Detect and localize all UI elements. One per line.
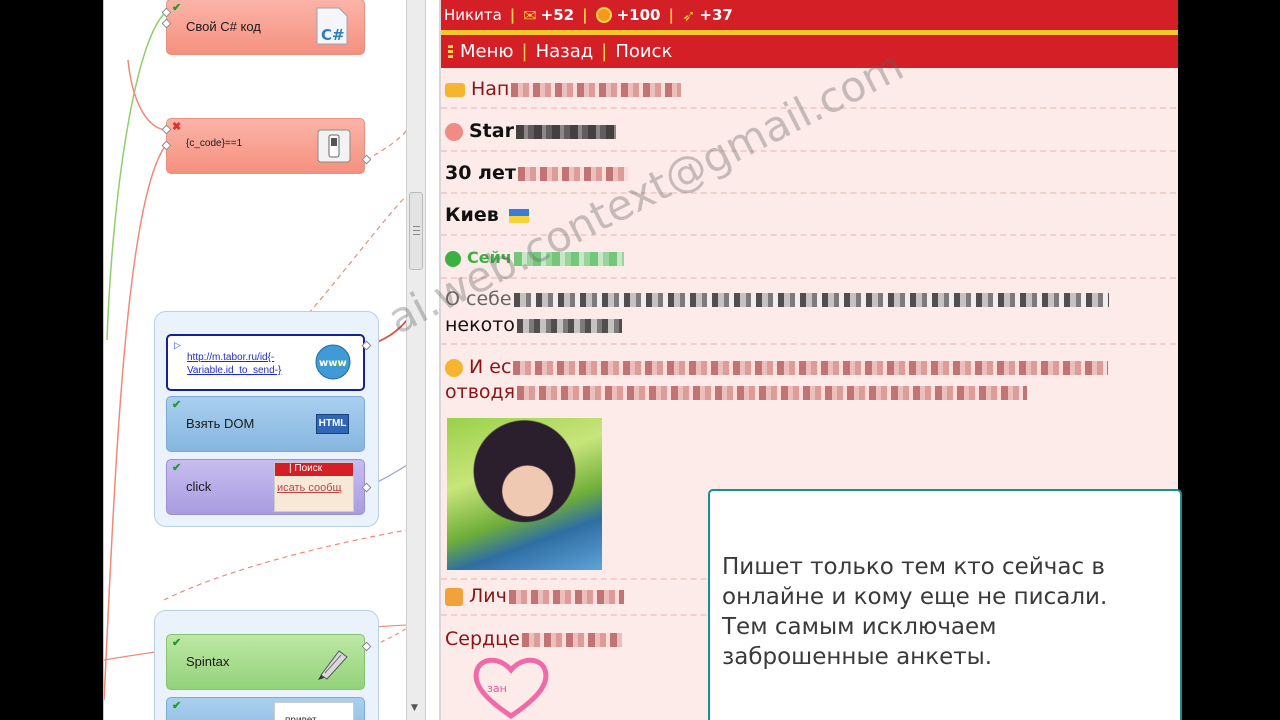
heart-icon: зан [471, 652, 551, 720]
site-topbar: Никита | ✉ +52 | +100 | ➶ +37 [441, 0, 1178, 30]
node-partial[interactable]: ✔ привет [166, 697, 365, 720]
nav-back-link[interactable]: Назад [536, 41, 594, 62]
start-arrow-icon: ▷ [174, 340, 181, 350]
pixelated-text [511, 82, 682, 97]
profile-photo[interactable] [447, 418, 602, 570]
personal-link[interactable]: Лич [445, 585, 624, 607]
node-condition[interactable]: ✖ {c_code}==1 [166, 118, 365, 174]
profile-city: Киев [445, 204, 530, 226]
success-check-icon: ✔ [172, 2, 182, 14]
node-get-dom[interactable]: ✔ Взять DOM HTML [166, 396, 365, 452]
nav-search-link[interactable]: Поиск [615, 41, 672, 62]
grip-icon [413, 226, 420, 235]
write-message-link[interactable]: Нап [445, 78, 682, 100]
scrollbar-thumb[interactable] [409, 192, 423, 270]
success-check-icon: ✔ [172, 637, 182, 649]
separator: | [521, 41, 528, 62]
site-nav: Меню | Назад | Поиск [441, 35, 1178, 68]
profile-age: 30 лет [445, 162, 628, 184]
html-icon: HTML [316, 414, 349, 434]
about-continued: некото [445, 314, 622, 336]
scroll-down-arrow-icon[interactable]: ▼ [411, 703, 418, 713]
pixelated-text [513, 360, 1109, 375]
separator: | [582, 6, 588, 24]
node-label: Взять DOM [186, 416, 255, 431]
wish-section: И ес [445, 356, 1109, 378]
www-globe-icon: www [315, 344, 351, 380]
node-url: http://m.tabor.ru/id{- Variable.id_to_sen… [187, 352, 282, 376]
contact-card-icon [445, 587, 463, 606]
username-link[interactable]: Никита [444, 6, 502, 24]
success-check-icon: ✔ [172, 700, 182, 712]
pixelated-text [508, 589, 624, 604]
panel-splitter[interactable] [426, 0, 441, 720]
svg-text:C#: C# [321, 26, 345, 44]
divider [441, 277, 1176, 279]
node-spintax[interactable]: ✔ Spintax [166, 634, 365, 690]
pixelated-text [517, 166, 628, 181]
svg-text:www: www [319, 358, 347, 369]
divider [441, 150, 1176, 152]
pixelated-text [513, 292, 1109, 307]
ukraine-flag-icon [509, 208, 530, 223]
callout-text: Пишет только тем кто сейчас в онлайне и … [722, 554, 1108, 670]
about-section: О себе [445, 288, 1109, 310]
mail-count[interactable]: +52 [541, 6, 574, 24]
success-check-icon: ✔ [172, 399, 182, 411]
separator: | [668, 6, 674, 24]
screen: ✔ Свой C# код C# ✖ {c_code}==1 ▷ http://… [0, 0, 1280, 720]
wish-continued: отводя [445, 381, 1028, 403]
heart-section: Сердце [445, 628, 622, 650]
pixelated-text [515, 124, 616, 139]
node-csharp[interactable]: ✔ Свой C# код C# [166, 0, 365, 55]
node-navigate-url[interactable]: ▷ http://m.tabor.ru/id{- Variable.id_to_s… [166, 334, 365, 391]
nav-menu-link[interactable]: Меню [460, 41, 514, 62]
profile-name: Star [445, 120, 616, 142]
click-target-thumbnail: | Поиск исать сообщ [274, 462, 354, 512]
mail-icon[interactable]: ✉ [523, 6, 536, 25]
rocket-icon[interactable]: ➶ [682, 6, 695, 25]
success-check-icon: ✔ [172, 462, 182, 474]
coins-count[interactable]: +100 [617, 6, 661, 24]
node-click[interactable]: ✔ click | Поиск исать сообщ [166, 459, 365, 515]
annotation-callout: Пишет только тем кто сейчас в онлайне и … [708, 489, 1182, 720]
node-label: Свой C# код [186, 19, 261, 34]
error-cross-icon: ✖ [172, 121, 182, 133]
heart-label: зан [487, 682, 507, 695]
coins-icon[interactable] [595, 7, 612, 23]
node-label: {c_code}==1 [186, 138, 243, 149]
divider [441, 343, 1176, 345]
pixelated-text [521, 632, 622, 647]
node-label: click [186, 479, 212, 494]
script-designer-canvas[interactable]: ✔ Свой C# код C# ✖ {c_code}==1 ▷ http://… [103, 0, 406, 720]
separator: | [601, 41, 608, 62]
pixelated-text [517, 385, 1028, 400]
smiley-icon [445, 358, 463, 377]
csharp-file-icon: C# [316, 7, 348, 45]
envelope-icon [445, 82, 465, 97]
fountain-pen-icon [318, 650, 348, 680]
vertical-scrollbar[interactable]: ▼ [406, 0, 426, 720]
menu-icon[interactable] [448, 43, 453, 60]
rocket-count[interactable]: +37 [699, 6, 732, 24]
separator: | [509, 6, 516, 24]
pixelated-text [516, 318, 622, 333]
divider [441, 192, 1176, 194]
switch-icon [317, 129, 351, 163]
node-label: Spintax [186, 654, 230, 669]
user-icon [445, 122, 463, 141]
thumbnail: привет [274, 702, 354, 720]
